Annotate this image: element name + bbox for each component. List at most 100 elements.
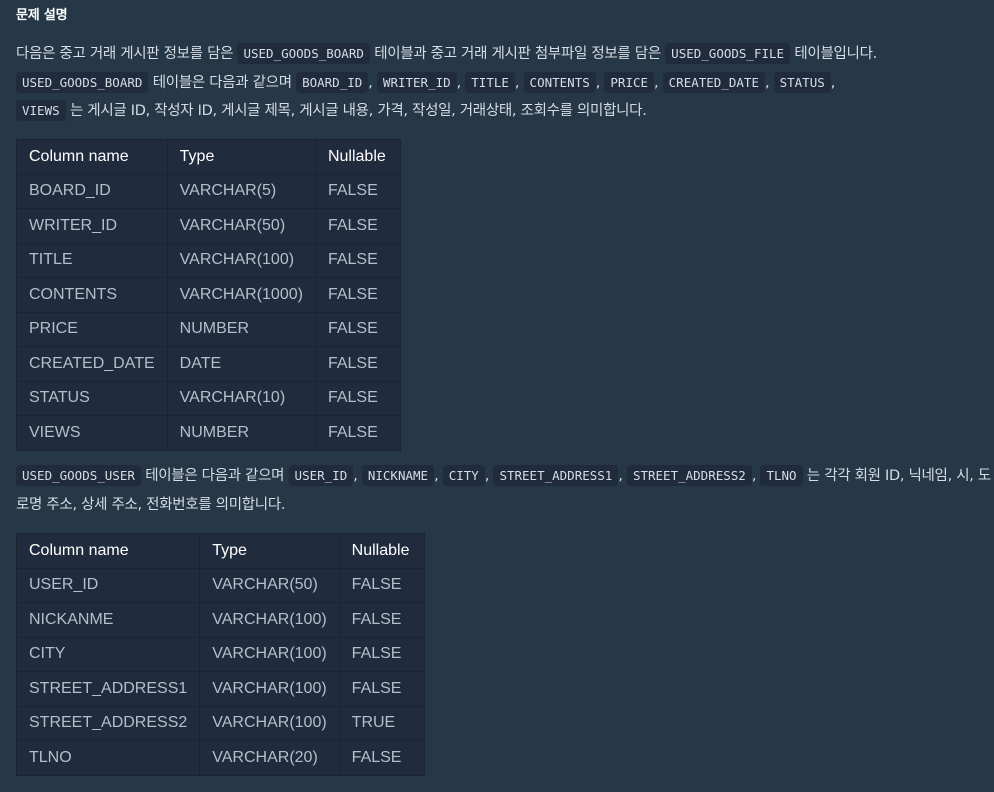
section-heading: 문제 설명: [16, 8, 68, 23]
table-cell: CITY: [15, 636, 201, 672]
text-segment: 테이블은 다음과 같으며: [152, 74, 292, 91]
code-table-name: USED_GOODS_USER: [16, 465, 141, 486]
table-row: NICKANME VARCHAR(100) FALSE: [15, 602, 425, 638]
table-cell: FALSE: [314, 173, 401, 209]
separator: ,: [434, 468, 439, 484]
code-table-name: USED_GOODS_BOARD: [237, 43, 370, 64]
table-cell: VARCHAR(100): [199, 705, 340, 741]
code-column-name: CITY: [442, 465, 485, 486]
column-header: Type: [199, 533, 340, 569]
table-cell: FALSE: [314, 242, 401, 278]
table-cell: FALSE: [314, 415, 401, 451]
table-row: STATUS VARCHAR(10) FALSE: [16, 380, 401, 416]
table-cell: FALSE: [314, 380, 401, 416]
code-column-name: NICKNAME: [361, 465, 435, 486]
code-column-name: VIEWS: [16, 100, 66, 121]
table-cell: FALSE: [314, 208, 401, 244]
problem-description: 문제 설명 다음은 중고 거래 게시판 정보를 담은 USED_GOODS_BO…: [0, 0, 994, 792]
table-cell: DATE: [166, 346, 316, 382]
table-row: STREET_ADDRESS1 VARCHAR(100) FALSE: [15, 671, 425, 707]
table-row: WRITER_ID VARCHAR(50) FALSE: [16, 208, 401, 244]
code-column-name: BOARD_ID: [296, 71, 369, 93]
table-cell: VARCHAR(100): [166, 242, 316, 278]
table-cell: VARCHAR(100): [199, 636, 340, 672]
separator: ,: [595, 74, 601, 91]
code-table-name: USED_GOODS_BOARD: [16, 71, 149, 93]
table-cell: VARCHAR(5): [166, 173, 316, 209]
table-cell: NUMBER: [166, 311, 316, 347]
table-cell: CREATED_DATE: [16, 346, 168, 382]
code-column-name: CREATED_DATE: [662, 71, 765, 93]
table-cell: TLNO: [15, 740, 201, 776]
code-column-name: PRICE: [604, 71, 655, 93]
table-row: PRICE NUMBER FALSE: [16, 311, 401, 347]
separator: ,: [368, 74, 373, 91]
table-cell: VARCHAR(10): [166, 380, 316, 416]
code-column-name: TITLE: [465, 71, 515, 93]
description-paragraph-user: USED_GOODS_USER 테이블은 다음과 같으며 USER_ID, NI…: [16, 462, 991, 519]
code-column-name: TLNO: [760, 465, 803, 486]
table-header-row: Column name Type Nullable: [15, 533, 425, 569]
column-header: Column name: [16, 139, 168, 175]
table-cell: STATUS: [16, 380, 168, 416]
table-cell: VIEWS: [16, 415, 168, 451]
description-paragraph-board: 다음은 중고 거래 게시판 정보를 담은 USED_GOODS_BOARD 테이…: [16, 40, 991, 126]
separator: ,: [764, 74, 770, 91]
separator: ,: [654, 74, 659, 91]
table-row: CITY VARCHAR(100) FALSE: [15, 636, 425, 672]
table-cell: VARCHAR(20): [199, 740, 340, 776]
table-cell: NICKANME: [15, 602, 201, 638]
table-cell: VARCHAR(50): [199, 567, 340, 603]
column-header: Nullable: [338, 533, 425, 569]
text-segment: 다음은 중고 거래 게시판 정보를 담은: [16, 46, 234, 62]
table-cell: TITLE: [16, 242, 168, 278]
table-cell: STREET_ADDRESS1: [15, 671, 201, 707]
table-cell: CONTENTS: [16, 277, 168, 313]
table-cell: NUMBER: [166, 415, 316, 451]
column-header: Nullable: [314, 139, 401, 175]
table-cell: VARCHAR(100): [199, 671, 340, 707]
table-cell: PRICE: [16, 311, 168, 347]
code-column-name: WRITER_ID: [376, 71, 457, 93]
text-segment: 테이블과 중고 거래 게시판 첨부파일 정보를 담은: [374, 46, 661, 62]
table-row: CONTENTS VARCHAR(1000) FALSE: [16, 277, 401, 313]
table-cell: VARCHAR(100): [199, 602, 340, 638]
table-row: CREATED_DATE DATE FALSE: [16, 346, 401, 382]
separator: ,: [353, 468, 358, 484]
table-cell: FALSE: [338, 567, 425, 603]
code-column-name: STREET_ADDRESS1: [493, 465, 619, 486]
table-row: USER_ID VARCHAR(50) FALSE: [15, 567, 425, 603]
code-column-name: CONTENTS: [523, 71, 596, 93]
table-cell: WRITER_ID: [16, 208, 168, 244]
board-schema-table: Column name Type Nullable BOARD_ID VARCH…: [16, 139, 401, 451]
table-cell: VARCHAR(50): [166, 208, 316, 244]
user-schema-table: Column name Type Nullable USER_ID VARCHA…: [15, 533, 425, 776]
code-column-name: STATUS: [773, 71, 831, 93]
table-row: TLNO VARCHAR(20) FALSE: [15, 740, 425, 776]
column-header: Column name: [15, 533, 201, 569]
table-cell: FALSE: [338, 740, 425, 776]
table-cell: TRUE: [338, 705, 425, 741]
separator: ,: [618, 468, 623, 484]
separator: ,: [514, 74, 520, 91]
separator: ,: [456, 74, 462, 91]
table-cell: FALSE: [314, 277, 401, 313]
separator: ,: [830, 74, 836, 91]
text-segment: 테이블입니다.: [794, 46, 877, 62]
table-cell: USER_ID: [15, 567, 201, 603]
table-cell: BOARD_ID: [16, 173, 168, 209]
table-cell: FALSE: [338, 636, 425, 672]
table-cell: FALSE: [338, 671, 425, 707]
table-header-row: Column name Type Nullable: [16, 139, 401, 175]
table-row: STREET_ADDRESS2 VARCHAR(100) TRUE: [15, 705, 425, 741]
code-table-name: USED_GOODS_FILE: [665, 43, 791, 64]
separator: ,: [751, 468, 757, 484]
table-cell: FALSE: [314, 311, 401, 347]
table-cell: STREET_ADDRESS2: [15, 705, 201, 741]
table-cell: VARCHAR(1000): [166, 277, 316, 313]
table-row: VIEWS NUMBER FALSE: [16, 415, 401, 451]
column-header: Type: [166, 139, 316, 175]
table-row: TITLE VARCHAR(100) FALSE: [16, 242, 401, 278]
table-cell: FALSE: [314, 346, 401, 382]
table-cell: FALSE: [338, 602, 425, 638]
